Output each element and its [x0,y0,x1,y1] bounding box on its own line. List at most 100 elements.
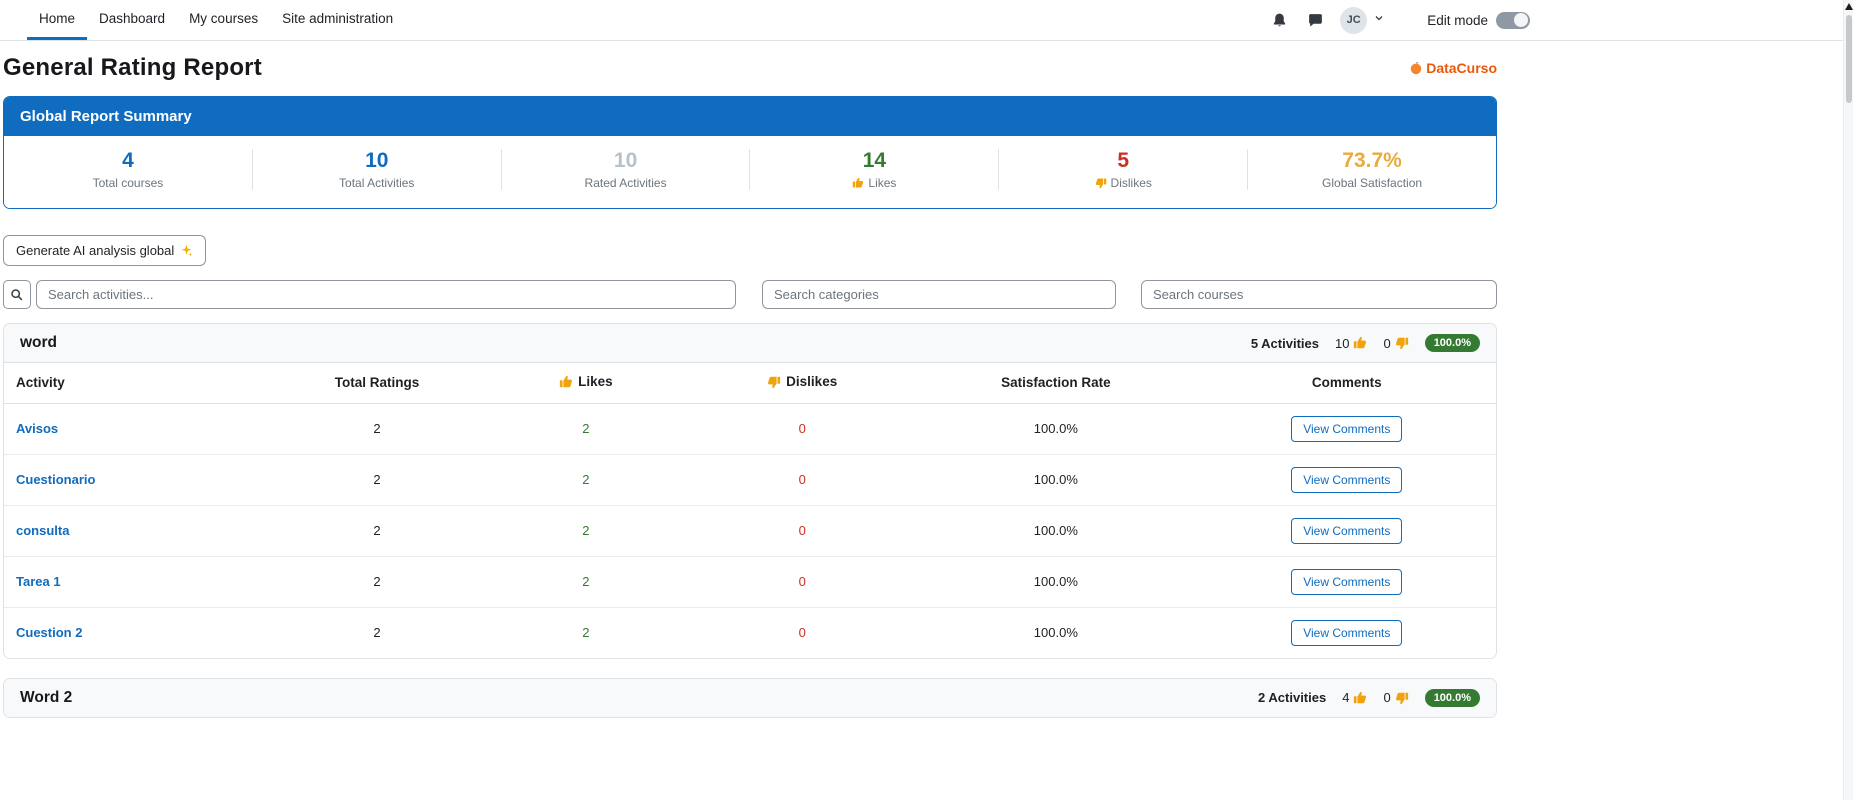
likes-cell: 2 [481,607,690,658]
course-dislikes-count: 0 [1383,336,1408,351]
stat-rated-activities: 10 Rated Activities [502,149,751,190]
view-comments-button[interactable]: View Comments [1291,416,1402,442]
likes-cell: 2 [481,403,690,454]
chevron-down-icon [1373,11,1385,29]
stat-value: 5 [999,149,1247,173]
course-name: word [20,334,57,352]
thumbs-up-icon [852,177,864,189]
scroll-up-arrow-icon[interactable] [1845,3,1853,10]
course-header: Word 2 2 Activities 4 0 100.0% [4,679,1496,717]
activity-link[interactable]: consulta [16,523,69,538]
header-activity: Activity [4,363,273,403]
thumbs-up-icon [559,375,573,389]
view-comments-button[interactable]: View Comments [1291,518,1402,544]
header-dislikes: Dislikes [690,363,914,403]
scrollbar-thumb[interactable] [1846,15,1852,103]
table-row: consulta 2 2 0 100.0% View Comments [4,505,1496,556]
activity-link[interactable]: Cuestionario [16,472,95,487]
stat-value: 10 [253,149,501,173]
stat-global-satisfaction: 73.7% Global Satisfaction [1248,149,1496,190]
nav-item-dashboard[interactable]: Dashboard [87,0,177,40]
nav-item-site-administration[interactable]: Site administration [270,0,405,40]
brand-name: DataCurso [1426,60,1497,76]
header-likes: Likes [481,363,690,403]
table-header-row: Activity Total Ratings Likes Dislikes [4,363,1496,403]
likes-cell: 2 [481,556,690,607]
total-ratings-cell: 2 [273,607,482,658]
nav-item-my-courses[interactable]: My courses [177,0,270,40]
header-comments: Comments [1198,363,1496,403]
notifications-bell-icon[interactable] [1268,9,1290,31]
activity-link[interactable]: Tarea 1 [16,574,61,589]
dislikes-cell: 0 [690,403,914,454]
stat-label: Rated Activities [502,176,750,190]
header-total-ratings: Total Ratings [273,363,482,403]
activity-link[interactable]: Cuestion 2 [16,625,82,640]
thumbs-down-icon [767,375,781,389]
view-comments-button[interactable]: View Comments [1291,467,1402,493]
view-comments-button[interactable]: View Comments [1291,620,1402,646]
likes-cell: 2 [481,505,690,556]
course-likes-count: 10 [1335,336,1367,351]
search-row [3,280,1497,309]
main-content: General Rating Report DataCurso Global R… [3,54,1497,718]
page-title: General Rating Report [3,54,262,82]
stat-total-courses: 4 Total courses [4,149,253,190]
edit-mode-control: Edit mode [1427,12,1530,29]
course-likes-count: 4 [1342,690,1367,705]
satisfaction-cell: 100.0% [914,607,1197,658]
navbar-right: JC Edit mode [1268,0,1530,40]
generate-ai-analysis-button[interactable]: Generate AI analysis global [3,235,206,266]
search-courses-input[interactable] [1141,280,1497,309]
generate-ai-analysis-label: Generate AI analysis global [16,243,174,258]
toggle-knob [1514,13,1528,27]
summary-header: Global Report Summary [4,97,1496,136]
stat-total-activities: 10 Total Activities [253,149,502,190]
likes-cell: 2 [481,454,690,505]
nav-items: Home Dashboard My courses Site administr… [27,0,405,40]
avatar[interactable]: JC [1340,7,1367,34]
nav-item-home[interactable]: Home [27,0,87,40]
stat-dislikes: 5 Dislikes [999,149,1248,190]
activities-count: 5 Activities [1251,336,1319,351]
dislikes-cell: 0 [690,556,914,607]
activity-link[interactable]: Avisos [16,421,58,436]
course-name: Word 2 [20,689,72,707]
stat-label: Likes [750,176,998,190]
dislikes-cell: 0 [690,607,914,658]
stat-value: 73.7% [1248,149,1496,173]
stat-value: 14 [750,149,998,173]
edit-mode-label: Edit mode [1427,13,1488,28]
search-categories-input[interactable] [762,280,1116,309]
sparkle-icon [180,244,193,257]
view-comments-button[interactable]: View Comments [1291,569,1402,595]
satisfaction-cell: 100.0% [914,505,1197,556]
thumbs-up-icon [1353,336,1367,350]
stat-label: Global Satisfaction [1248,176,1496,190]
stat-label: Total courses [4,176,252,190]
user-menu[interactable]: JC [1340,7,1385,34]
search-activities-input[interactable] [36,280,736,309]
satisfaction-cell: 100.0% [914,403,1197,454]
thumbs-up-icon [1353,691,1367,705]
course-card-word: word 5 Activities 10 0 100.0% Activity T… [3,323,1497,659]
satisfaction-badge: 100.0% [1425,334,1480,352]
dislikes-cell: 0 [690,454,914,505]
activities-count: 2 Activities [1258,690,1326,705]
vertical-scrollbar[interactable] [1843,0,1853,800]
total-ratings-cell: 2 [273,556,482,607]
messages-chat-icon[interactable] [1304,9,1326,31]
global-report-summary-card: Global Report Summary 4 Total courses 10… [3,96,1497,209]
title-row: General Rating Report DataCurso [3,54,1497,82]
course-header: word 5 Activities 10 0 100.0% [4,324,1496,363]
thumbs-down-icon [1395,336,1409,350]
total-ratings-cell: 2 [273,403,482,454]
edit-mode-toggle[interactable] [1496,12,1530,29]
total-ratings-cell: 2 [273,454,482,505]
satisfaction-cell: 100.0% [914,556,1197,607]
stat-label: Total Activities [253,176,501,190]
activities-table: Activity Total Ratings Likes Dislikes [4,363,1496,658]
thumbs-down-icon [1095,177,1107,189]
search-button[interactable] [3,280,31,309]
course-meta: 5 Activities 10 0 100.0% [1251,334,1480,352]
